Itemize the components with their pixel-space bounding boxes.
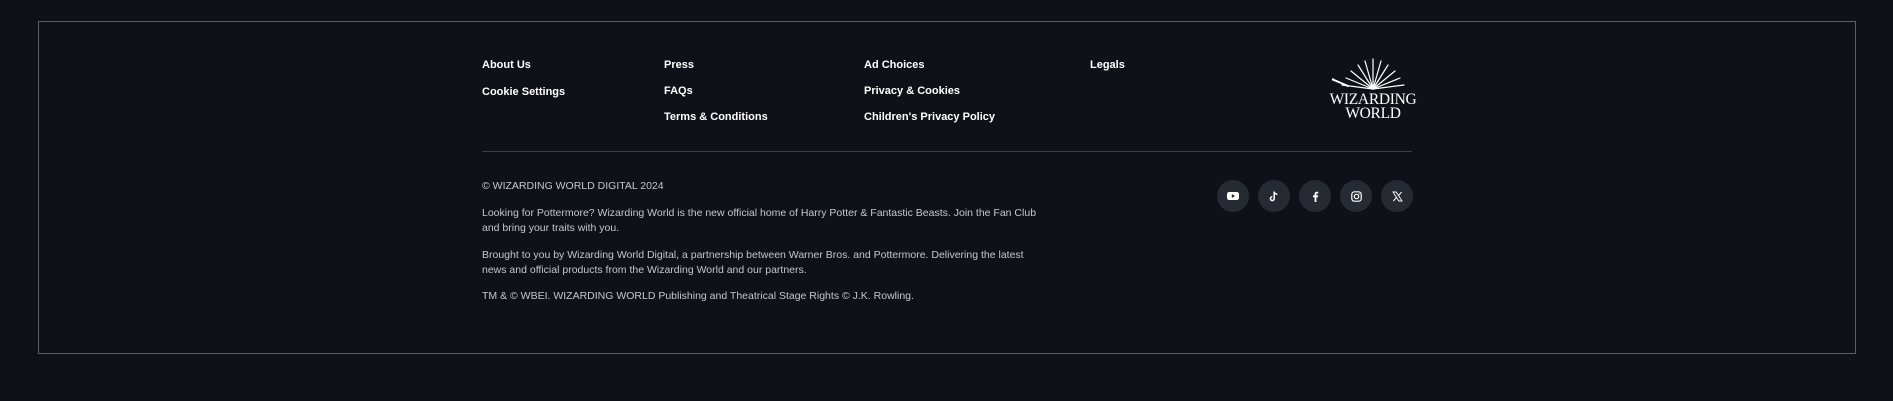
- x-button[interactable]: [1381, 180, 1413, 212]
- rights-text: TM & © WBEI. WIZARDING WORLD Publishing …: [482, 290, 914, 302]
- logo-text-line2: WORLD: [1345, 105, 1401, 122]
- instagram-icon: [1350, 190, 1362, 202]
- facebook-icon: [1312, 191, 1318, 202]
- logo-sunburst-icon: [1331, 58, 1405, 90]
- legals-link[interactable]: Legals: [1090, 58, 1125, 72]
- footer-legal-text: © WIZARDING WORLD DIGITAL 2024 Looking f…: [482, 179, 1042, 304]
- pottermore-text: Looking for Pottermore? Wizarding World …: [482, 207, 1037, 234]
- footer-nav-column-2: Press FAQs Terms & Conditions: [664, 58, 768, 124]
- footer-nav-column-3: Ad Choices Privacy & Cookies Children's …: [864, 58, 995, 124]
- faqs-link[interactable]: FAQs: [664, 84, 768, 98]
- youtube-icon: [1227, 192, 1239, 200]
- privacy-and-cookies-link[interactable]: Privacy & Cookies: [864, 84, 995, 98]
- wizarding-world-logo[interactable]: WIZARDING WORLD: [1328, 56, 1418, 122]
- copyright-text: © WIZARDING WORLD DIGITAL 2024: [482, 180, 664, 192]
- instagram-button[interactable]: [1340, 180, 1372, 212]
- cookie-settings-link[interactable]: Cookie Settings: [482, 85, 565, 99]
- footer-divider: [482, 151, 1412, 152]
- tiktok-icon: [1269, 191, 1278, 201]
- terms-and-conditions-link[interactable]: Terms & Conditions: [664, 110, 768, 124]
- ad-choices-link[interactable]: Ad Choices: [864, 58, 995, 72]
- youtube-button[interactable]: [1217, 180, 1249, 212]
- social-links: [1217, 180, 1413, 212]
- childrens-privacy-policy-link[interactable]: Children's Privacy Policy: [864, 110, 995, 124]
- about-us-link[interactable]: About Us: [482, 58, 565, 72]
- x-icon: [1391, 191, 1403, 201]
- tiktok-button[interactable]: [1258, 180, 1290, 212]
- footer-nav-column-1: About Us Cookie Settings: [482, 58, 565, 99]
- facebook-button[interactable]: [1299, 180, 1331, 212]
- press-link[interactable]: Press: [664, 58, 768, 72]
- brought-to-you-text: Brought to you by Wizarding World Digita…: [482, 249, 1024, 276]
- footer-nav-column-4: Legals: [1090, 58, 1125, 72]
